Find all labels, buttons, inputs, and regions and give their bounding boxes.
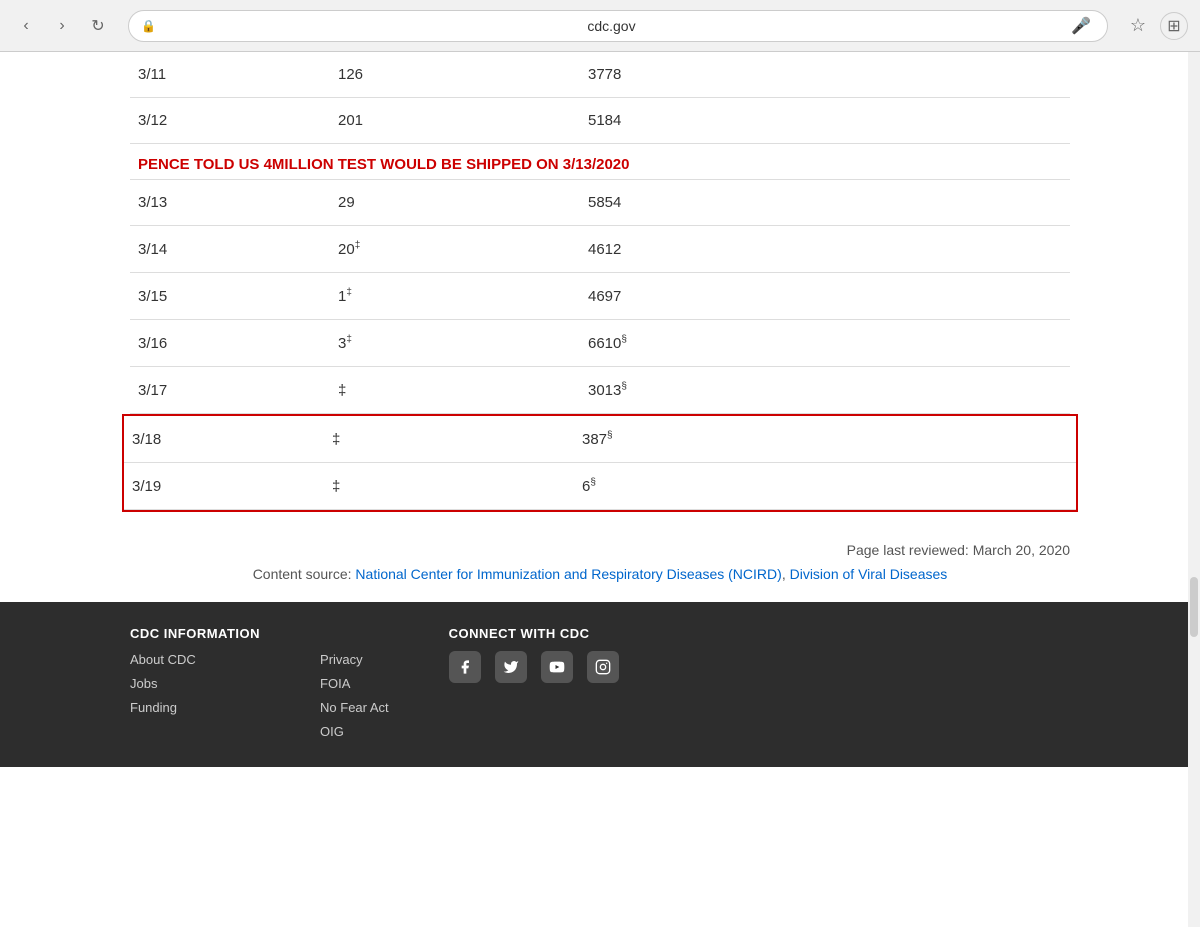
new-tests-cell: 1‡ xyxy=(330,273,580,320)
new-tests-cell: 29 xyxy=(330,180,580,226)
division-link[interactable]: Division of Viral Diseases xyxy=(790,566,948,582)
table-row: 3/17 ‡ 3013§ xyxy=(130,367,1070,414)
reload-button[interactable]: ↻ xyxy=(84,12,112,40)
footer-link-jobs[interactable]: Jobs xyxy=(130,676,157,691)
date-cell: 3/13 xyxy=(130,180,330,226)
highlighted-table: 3/18 ‡ 387§ 3/19 ‡ 6§ xyxy=(124,416,1076,510)
table-row: 3/11 126 3778 xyxy=(130,52,1070,98)
forward-button[interactable]: › xyxy=(48,12,76,40)
instagram-icon[interactable] xyxy=(587,651,619,683)
footer-link-foia[interactable]: FOIA xyxy=(320,676,350,691)
new-tests-cell: ‡ xyxy=(324,463,574,510)
cumulative-cell: 6610§ xyxy=(580,320,1070,367)
youtube-icon[interactable] xyxy=(541,651,573,683)
site-footer: CDC INFORMATION About CDC Jobs Funding P… xyxy=(0,602,1200,767)
pence-annotation-row: PENCE TOLD US 4MILLION TEST WOULD BE SHI… xyxy=(130,144,1070,180)
date-cell: 3/16 xyxy=(130,320,330,367)
table-row: 3/12 201 5184 xyxy=(130,98,1070,144)
table-row-highlighted: 3/18 ‡ 387§ xyxy=(124,416,1076,463)
new-tests-cell: 3‡ xyxy=(330,320,580,367)
cumulative-cell: 4612 xyxy=(580,226,1070,273)
social-icons xyxy=(449,651,619,683)
back-button[interactable]: ‹ xyxy=(12,12,40,40)
footer-cdc-info: CDC INFORMATION About CDC Jobs Funding xyxy=(130,626,260,747)
cumulative-cell: 387§ xyxy=(574,416,1076,463)
address-bar[interactable]: 🔒 cdc.gov 🎤 xyxy=(128,10,1108,42)
footer-link-oig[interactable]: OIG xyxy=(320,724,344,739)
date-cell: 3/11 xyxy=(130,52,330,98)
page-content: 3/11 126 3778 3/12 201 5184 PENCE TOLD U… xyxy=(0,52,1200,602)
footer-policies-heading xyxy=(320,626,389,641)
ncird-link[interactable]: National Center for Immunization and Res… xyxy=(355,566,781,582)
pence-annotation: PENCE TOLD US 4MILLION TEST WOULD BE SHI… xyxy=(138,148,1062,177)
menu-button[interactable]: ⊞ xyxy=(1160,12,1188,40)
table-row: 3/15 1‡ 4697 xyxy=(130,273,1070,320)
date-cell: 3/15 xyxy=(130,273,330,320)
scrollbar[interactable] xyxy=(1188,52,1200,927)
date-cell: 3/18 xyxy=(124,416,324,463)
data-table: 3/11 126 3778 3/12 201 5184 PENCE TOLD U… xyxy=(130,52,1070,414)
new-tests-cell: 20‡ xyxy=(330,226,580,273)
page-last-reviewed: Page last reviewed: March 20, 2020 xyxy=(130,512,1070,566)
cumulative-cell: 3013§ xyxy=(580,367,1070,414)
table-row-highlighted: 3/19 ‡ 6§ xyxy=(124,463,1076,510)
new-tests-cell: ‡ xyxy=(324,416,574,463)
footer-connect: CONNECT WITH CDC xyxy=(449,626,619,747)
lock-icon: 🔒 xyxy=(141,19,156,33)
date-cell: 3/14 xyxy=(130,226,330,273)
new-tests-cell: ‡ xyxy=(330,367,580,414)
cumulative-cell: 5184 xyxy=(580,98,1070,144)
cumulative-cell: 3778 xyxy=(580,52,1070,98)
facebook-icon[interactable] xyxy=(449,651,481,683)
cumulative-cell: 5854 xyxy=(580,180,1070,226)
cumulative-cell: 6§ xyxy=(574,463,1076,510)
highlight-box: 3/18 ‡ 387§ 3/19 ‡ 6§ xyxy=(122,414,1078,512)
url-text: cdc.gov xyxy=(162,18,1061,34)
bookmark-button[interactable]: ☆ xyxy=(1124,12,1152,40)
new-tests-cell: 126 xyxy=(330,52,580,98)
footer-connect-heading: CONNECT WITH CDC xyxy=(449,626,619,641)
scrollbar-thumb[interactable] xyxy=(1190,577,1198,637)
content-source-sep: , xyxy=(782,566,790,582)
footer-link-about-cdc[interactable]: About CDC xyxy=(130,652,196,667)
content-source-label: Content source: xyxy=(253,566,356,582)
date-cell: 3/17 xyxy=(130,367,330,414)
cumulative-cell: 4697 xyxy=(580,273,1070,320)
date-cell: 3/12 xyxy=(130,98,330,144)
browser-chrome: ‹ › ↻ 🔒 cdc.gov 🎤 ☆ ⊞ xyxy=(0,0,1200,52)
content-source: Content source: National Center for Immu… xyxy=(130,566,1070,602)
footer-cdc-info-heading: CDC INFORMATION xyxy=(130,626,260,641)
footer-link-no-fear-act[interactable]: No Fear Act xyxy=(320,700,389,715)
twitter-icon[interactable] xyxy=(495,651,527,683)
footer-link-funding[interactable]: Funding xyxy=(130,700,177,715)
table-row: 3/14 20‡ 4612 xyxy=(130,226,1070,273)
footer-policies: Privacy FOIA No Fear Act OIG xyxy=(320,626,389,747)
new-tests-cell: 201 xyxy=(330,98,580,144)
table-row: 3/13 29 5854 xyxy=(130,180,1070,226)
mic-button[interactable]: 🎤 xyxy=(1067,12,1095,40)
footer-link-privacy[interactable]: Privacy xyxy=(320,652,363,667)
date-cell: 3/19 xyxy=(124,463,324,510)
table-row: 3/16 3‡ 6610§ xyxy=(130,320,1070,367)
